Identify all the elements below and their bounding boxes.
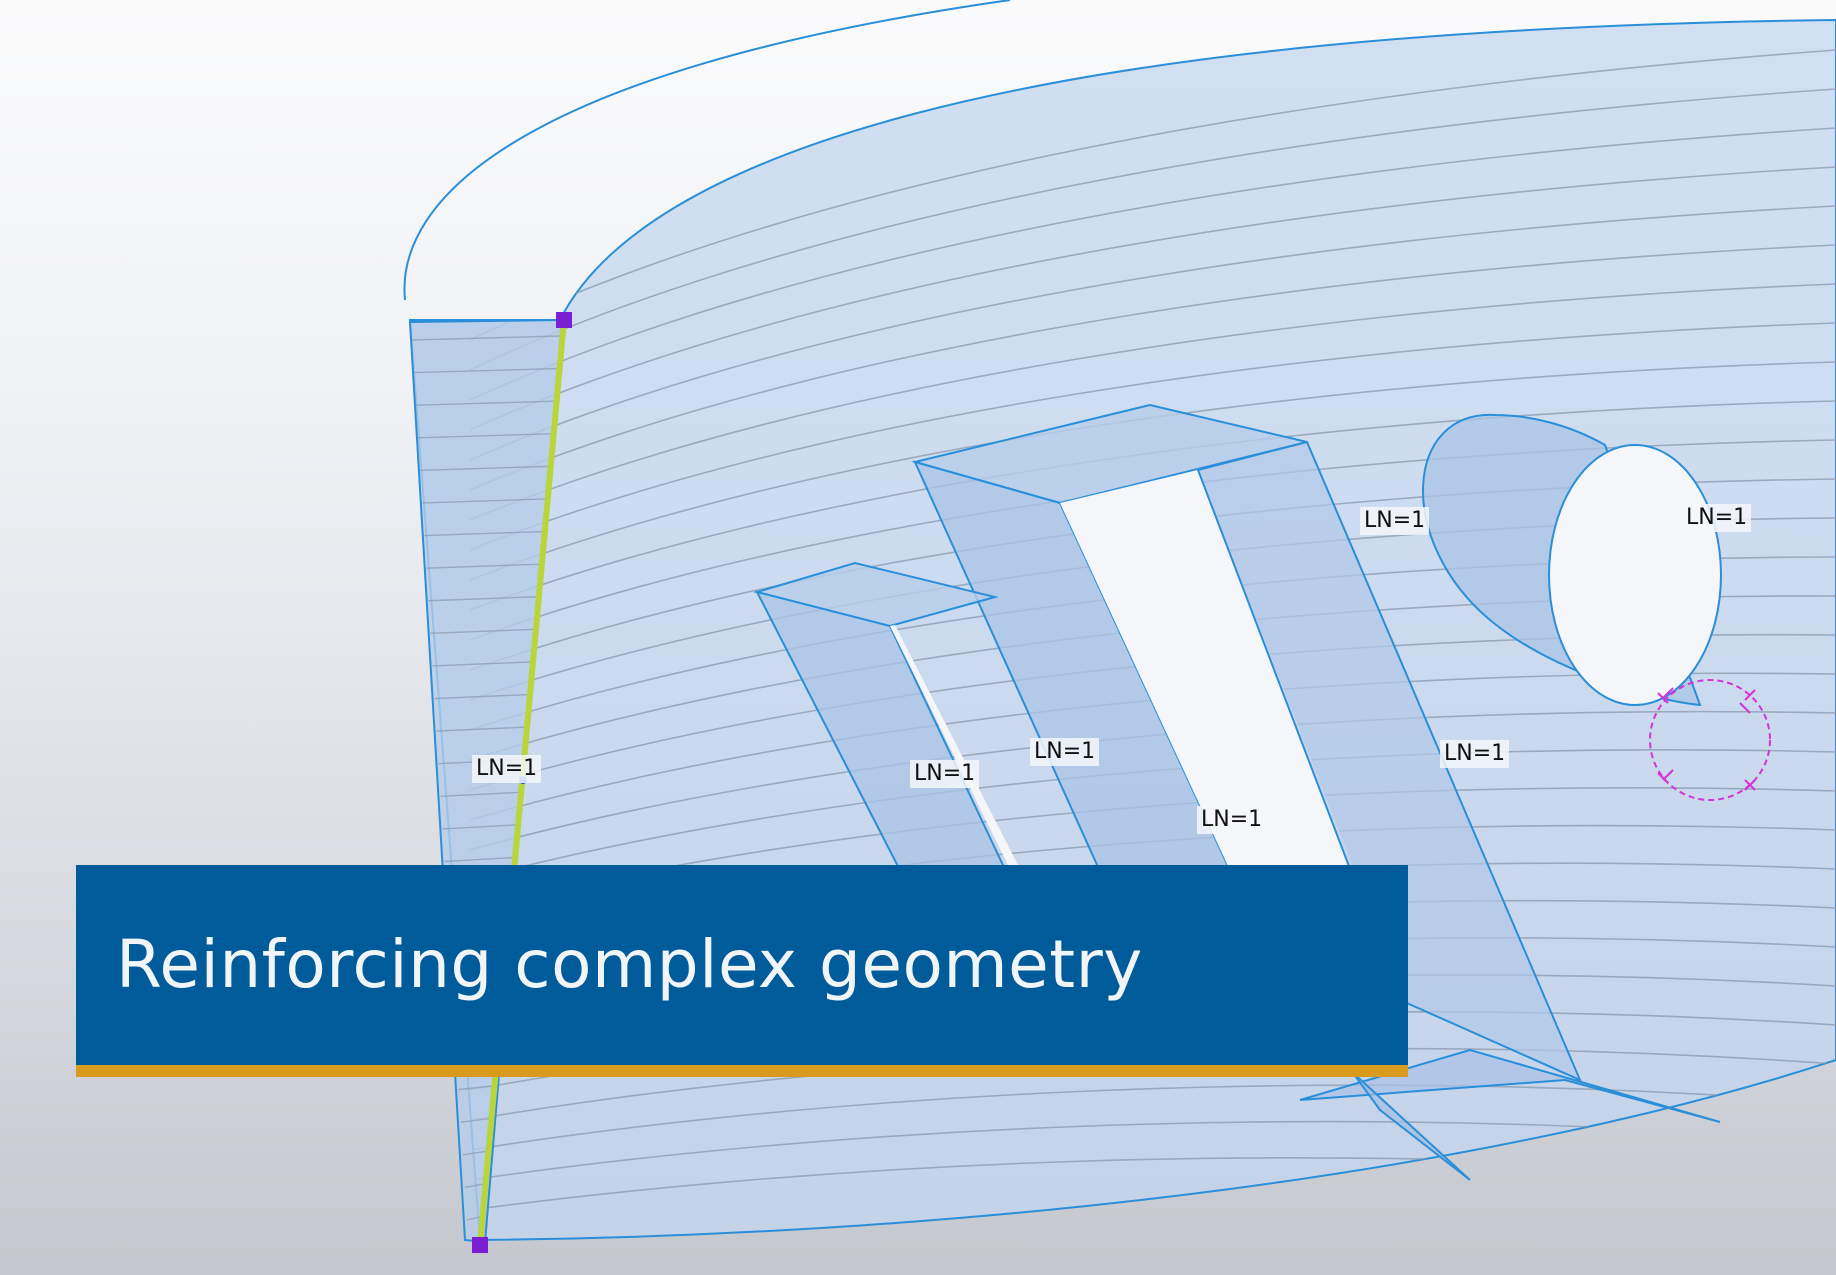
ln-annotation-large-opening-right: LN=1 xyxy=(1360,507,1430,535)
cad-viewport[interactable] xyxy=(0,0,1836,1275)
ln-annotation-large-opening-inner: LN=1 xyxy=(1197,806,1267,834)
ln-annotation-large-opening-wall: LN=1 xyxy=(1440,740,1510,768)
ln-annotation-cylinder: LN=1 xyxy=(1682,504,1752,532)
bottom-anchor-marker[interactable] xyxy=(472,1237,488,1253)
ln-annotation-flange: LN=1 xyxy=(472,755,542,783)
title-banner: Reinforcing complex geometry xyxy=(76,865,1408,1077)
ln-annotation-small-opening-right: LN=1 xyxy=(1030,738,1100,766)
ln-annotation-small-opening-left: LN=1 xyxy=(910,760,980,788)
cylinder-opening-hole xyxy=(1548,444,1722,706)
top-anchor-marker[interactable] xyxy=(556,312,572,328)
banner-title: Reinforcing complex geometry xyxy=(116,926,1143,1003)
